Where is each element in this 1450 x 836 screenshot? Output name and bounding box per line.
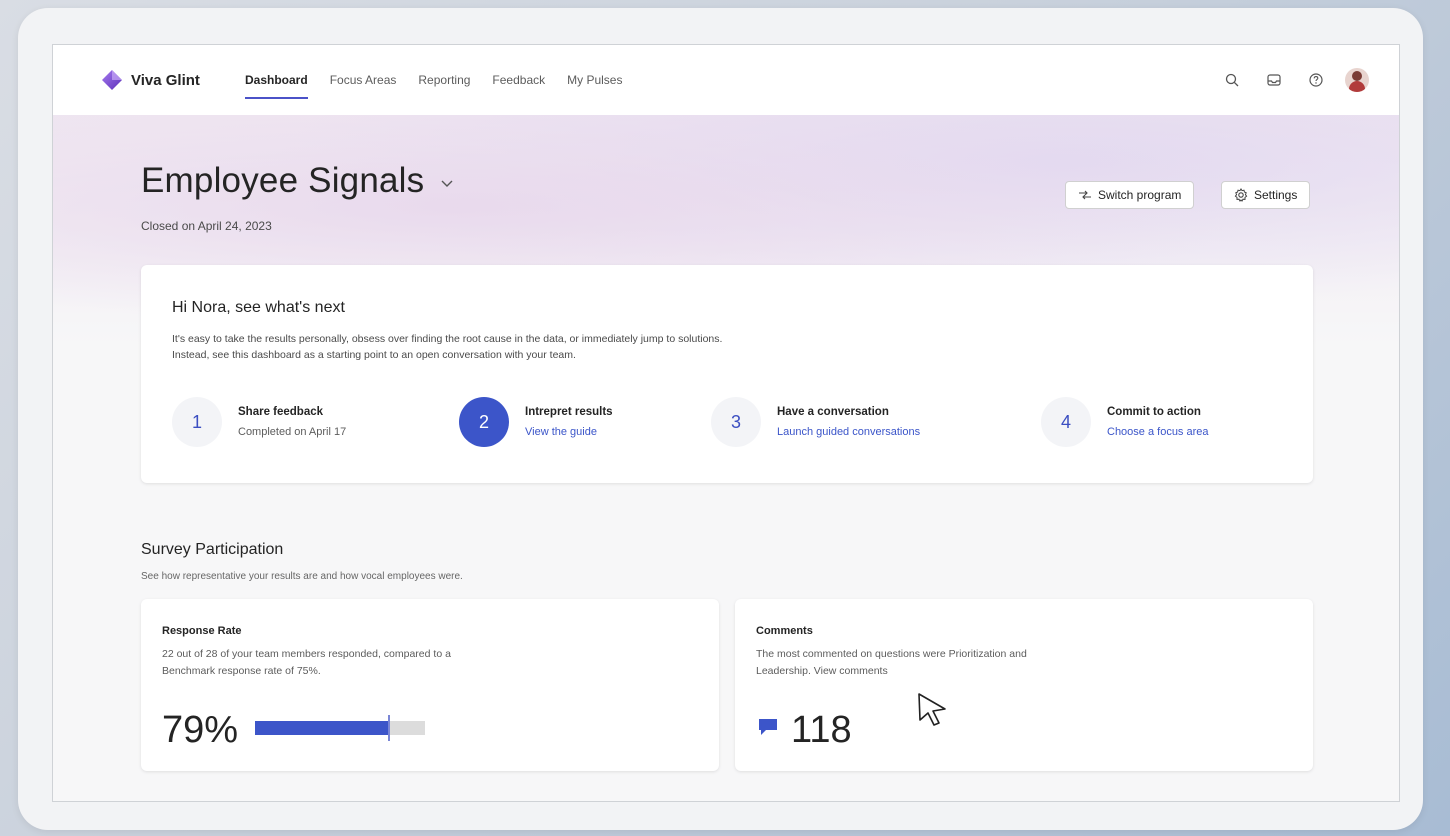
- response-rate-card[interactable]: Response Rate 22 out of 28 of your team …: [141, 599, 719, 771]
- whats-next-description: It's easy to take the results personally…: [172, 331, 972, 363]
- step-4-number: 4: [1041, 397, 1091, 447]
- comments-card[interactable]: Comments The most commented on questions…: [735, 599, 1313, 771]
- comments-description-line2[interactable]: Leadership. View comments: [756, 663, 1156, 680]
- nav-tab-reporting[interactable]: Reporting: [418, 45, 470, 115]
- nav-tab-dashboard[interactable]: Dashboard: [245, 45, 308, 115]
- comments-description: The most commented on questions were Pri…: [756, 646, 1156, 680]
- app-logo[interactable]: Viva Glint: [101, 69, 200, 91]
- response-rate-description-line2: Benchmark response rate of 75%.: [162, 665, 321, 677]
- settings-button[interactable]: Settings: [1221, 181, 1311, 209]
- step-2: 2 Intrepret results View the guide: [459, 397, 613, 447]
- step-3: 3 Have a conversation Launch guided conv…: [711, 397, 920, 447]
- step-2-name: Intrepret results: [525, 406, 613, 418]
- survey-participation-title: Survey Participation: [141, 541, 284, 558]
- inbox-button[interactable]: [1261, 67, 1287, 93]
- view-guide-link[interactable]: View the guide: [525, 426, 613, 438]
- settings-label: Settings: [1254, 188, 1298, 202]
- step-2-number: 2: [459, 397, 509, 447]
- help-icon: [1309, 73, 1323, 87]
- comments-label: Comments: [756, 625, 813, 637]
- survey-participation-subtitle: See how representative your results are …: [141, 571, 463, 582]
- chevron-down-icon: [441, 180, 453, 187]
- benchmark-marker: [388, 715, 390, 741]
- user-avatar[interactable]: [1345, 68, 1369, 92]
- top-bar: Viva Glint Dashboard Focus Areas Reporti…: [53, 45, 1399, 115]
- app-window: Viva Glint Dashboard Focus Areas Reporti…: [52, 44, 1400, 802]
- viva-glint-logo-icon: [102, 70, 122, 90]
- whats-next-card: Hi Nora, see what's next It's easy to ta…: [141, 265, 1313, 483]
- switch-icon: [1079, 190, 1091, 200]
- app-name: Viva Glint: [131, 71, 200, 89]
- gear-icon: [1234, 188, 1248, 202]
- program-title: Employee Signals: [141, 161, 425, 200]
- whats-next-title: Hi Nora, see what's next: [172, 299, 345, 316]
- top-icons: [1203, 67, 1369, 93]
- mouse-cursor-icon: [918, 693, 946, 726]
- response-rate-description: 22 out of 28 of your team members respon…: [162, 646, 562, 680]
- nav-tab-feedback[interactable]: Feedback: [492, 45, 545, 115]
- closed-date: Closed on April 24, 2023: [141, 219, 272, 233]
- launch-guided-conversations-link[interactable]: Launch guided conversations: [777, 426, 920, 438]
- page-title[interactable]: Employee Signals: [141, 161, 454, 201]
- comments-description-line1: The most commented on questions were Pri…: [756, 648, 1027, 660]
- step-4: 4 Commit to action Choose a focus area: [1041, 397, 1209, 447]
- step-1-status: Completed on April 17: [238, 426, 347, 438]
- comment-icon: [759, 719, 777, 735]
- inbox-icon: [1267, 74, 1281, 86]
- whats-next-description-line1: It's easy to take the results personally…: [172, 333, 723, 345]
- switch-program-button[interactable]: Switch program: [1065, 181, 1195, 209]
- help-button[interactable]: [1303, 67, 1329, 93]
- step-1-name: Share feedback: [238, 406, 324, 418]
- step-3-name: Have a conversation: [777, 406, 889, 418]
- response-rate-bar: [255, 715, 425, 741]
- step-1-number: 1: [172, 397, 222, 447]
- choose-focus-area-link[interactable]: Choose a focus area: [1107, 426, 1209, 438]
- main-nav: Dashboard Focus Areas Reporting Feedback…: [245, 45, 644, 115]
- comments-count: 118: [791, 709, 852, 751]
- response-rate-value: 79%: [162, 709, 239, 751]
- step-1: 1 Share feedback Completed on April 17: [172, 397, 346, 447]
- search-icon: [1225, 73, 1239, 87]
- step-4-name: Commit to action: [1107, 406, 1201, 418]
- nav-tab-my-pulses[interactable]: My Pulses: [567, 45, 622, 115]
- response-rate-description-line1: 22 out of 28 of your team members respon…: [162, 648, 451, 660]
- nav-tab-focus-areas[interactable]: Focus Areas: [330, 45, 397, 115]
- response-rate-bar-fill: [255, 721, 389, 735]
- search-button[interactable]: [1219, 67, 1245, 93]
- response-rate-label: Response Rate: [162, 625, 242, 637]
- whats-next-description-line2: Instead, see this dashboard as a startin…: [172, 349, 576, 361]
- step-3-number: 3: [711, 397, 761, 447]
- switch-program-label: Switch program: [1098, 188, 1182, 202]
